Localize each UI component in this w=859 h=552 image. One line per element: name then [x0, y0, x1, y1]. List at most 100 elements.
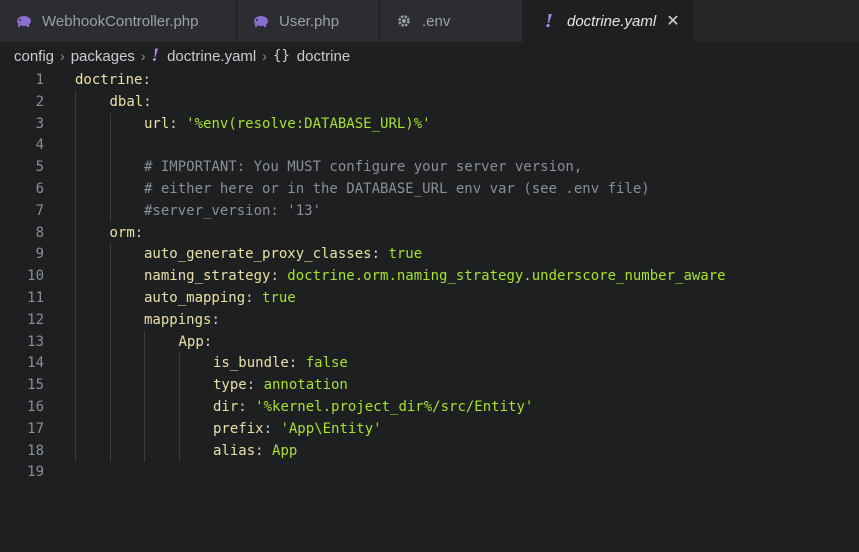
yaml-value: '%env(resolve:DATABASE_URL)%' [186, 115, 431, 132]
code-line[interactable]: 19 [0, 461, 859, 483]
code-text: prefix: 'App\Entity' [213, 421, 382, 437]
indent-guide [144, 352, 145, 375]
tab-env[interactable]: .env [380, 0, 523, 42]
indent-guide [109, 112, 111, 135]
tab-webhookcontroller[interactable]: WebhookController.php [0, 0, 237, 42]
indent-guide [75, 417, 76, 440]
code-line[interactable]: 17 prefix: 'App\Entity' [0, 417, 859, 440]
yaml-colon: : [255, 442, 273, 459]
code-line[interactable]: 7 #server_version: '13' [0, 199, 859, 222]
line-number: 9 [35, 246, 44, 263]
indent-guide [75, 374, 76, 397]
code-text: #server_version: '13' [144, 203, 321, 219]
indent-guide [75, 352, 76, 375]
yaml-colon: : [371, 246, 389, 263]
chevron-right-icon: › [60, 48, 65, 64]
indent-guide [178, 352, 180, 375]
code-line[interactable]: 11 auto_mapping: true [0, 287, 859, 309]
php-elephant-icon [253, 13, 269, 29]
code-text: auto_mapping: true [144, 290, 296, 306]
code-text: # either here or in the DATABASE_URL env… [144, 181, 650, 197]
code-line[interactable]: 18 alias: App [0, 439, 859, 462]
code-line[interactable]: 12 mappings: [0, 308, 859, 331]
code-line[interactable]: 4 [0, 134, 859, 157]
line-number: 19 [27, 464, 44, 481]
yaml-colon: : [288, 355, 306, 372]
indent-guide [109, 308, 111, 331]
line-number: 4 [35, 137, 44, 154]
yaml-exclamation-icon: ! [151, 46, 160, 66]
indent-guide [144, 396, 145, 418]
tab-label: .env [422, 12, 451, 30]
line-number: 8 [35, 224, 44, 241]
line-number: 5 [35, 159, 44, 176]
line-number: 15 [27, 377, 44, 394]
tab-doctrine-yaml[interactable]: ! doctrine.yaml ✕ [523, 0, 693, 42]
line-number: 11 [27, 290, 44, 306]
code-line[interactable]: 9 auto_generate_proxy_classes: true [0, 243, 859, 266]
yaml-key: alias [213, 442, 256, 459]
code-line[interactable]: 8 orm: [0, 221, 859, 244]
yaml-colon: : [143, 93, 152, 110]
indent-guide [109, 330, 111, 353]
tab-bar: WebhookController.php User.php .env ! do… [0, 0, 859, 42]
yaml-key: App [178, 333, 204, 350]
code-editor[interactable]: 1 doctrine: 2 dbal: 3 url: '%env(resolve:DATA… [0, 66, 859, 552]
indent-guide [178, 417, 180, 440]
code-line[interactable]: 5 # IMPORTANT: You MUST configure your se… [0, 156, 859, 179]
indent-guide [75, 134, 76, 157]
code-line[interactable]: 13 App: [0, 330, 859, 353]
yaml-key: auto_mapping [144, 290, 246, 306]
indent-guide [109, 199, 111, 222]
yaml-exclamation-icon: ! [545, 10, 553, 32]
breadcrumb-item-packages[interactable]: packages [71, 48, 135, 65]
code-line[interactable]: 15 type: annotation [0, 374, 859, 397]
breadcrumb-item-config[interactable]: config [14, 48, 54, 65]
indent-guide [109, 396, 111, 418]
breadcrumb-item-file[interactable]: doctrine.yaml [167, 48, 256, 65]
yaml-comment: # either here or in the DATABASE_URL env… [144, 181, 650, 197]
indent-guide [144, 374, 145, 397]
yaml-colon: : [169, 115, 187, 132]
line-number: 10 [27, 268, 44, 285]
code-text: doctrine: [75, 72, 151, 88]
yaml-value: annotation [263, 377, 348, 394]
yaml-colon: : [134, 224, 144, 241]
yaml-value: doctrine.orm.naming_strategy.underscore_… [287, 268, 726, 285]
close-icon[interactable]: ✕ [666, 11, 679, 31]
yaml-value: App [272, 442, 298, 459]
line-number: 12 [27, 311, 44, 328]
code-line[interactable]: 16 dir: '%kernel.project_dir%/src/Entity' [0, 396, 859, 418]
indent-guide [178, 374, 180, 397]
yaml-key: naming_strategy [144, 268, 271, 285]
indent-guide [75, 287, 76, 309]
indent-guide [75, 90, 76, 113]
indent-guide [75, 178, 76, 200]
yaml-value: '%kernel.project_dir%/src/Entity' [255, 399, 534, 415]
code-line[interactable]: 10 naming_strategy: doctrine.orm.naming_s… [0, 265, 859, 288]
code-line[interactable]: 3 url: '%env(resolve:DATABASE_URL)%' [0, 112, 859, 135]
indent-guide [75, 156, 76, 179]
code-text: # IMPORTANT: You MUST configure your ser… [144, 159, 582, 175]
yaml-value: true [262, 290, 296, 306]
indent-guide [109, 352, 111, 375]
indent-guide [75, 243, 76, 266]
yaml-colon: : [203, 333, 213, 350]
tab-user[interactable]: User.php [237, 0, 380, 42]
code-line[interactable]: 2 dbal: [0, 90, 859, 113]
line-number: 3 [35, 115, 44, 132]
code-line[interactable]: 14 is_bundle: false [0, 352, 859, 375]
code-line[interactable]: 6 # either here or in the DATABASE_URL en… [0, 178, 859, 200]
yaml-key: auto_generate_proxy_classes [144, 246, 372, 263]
chevron-right-icon: › [262, 48, 267, 64]
yaml-colon: : [211, 311, 220, 328]
code-text: type: annotation [213, 377, 348, 393]
tab-label: User.php [279, 12, 340, 30]
line-number: 7 [35, 202, 44, 219]
breadcrumb-item-symbol[interactable]: doctrine [297, 48, 350, 65]
indent-guide [75, 439, 76, 462]
code-text: dbal: [110, 94, 152, 110]
indent-guide [75, 112, 76, 135]
code-text: orm: [110, 225, 144, 241]
code-line[interactable]: 1 doctrine: [0, 69, 859, 91]
